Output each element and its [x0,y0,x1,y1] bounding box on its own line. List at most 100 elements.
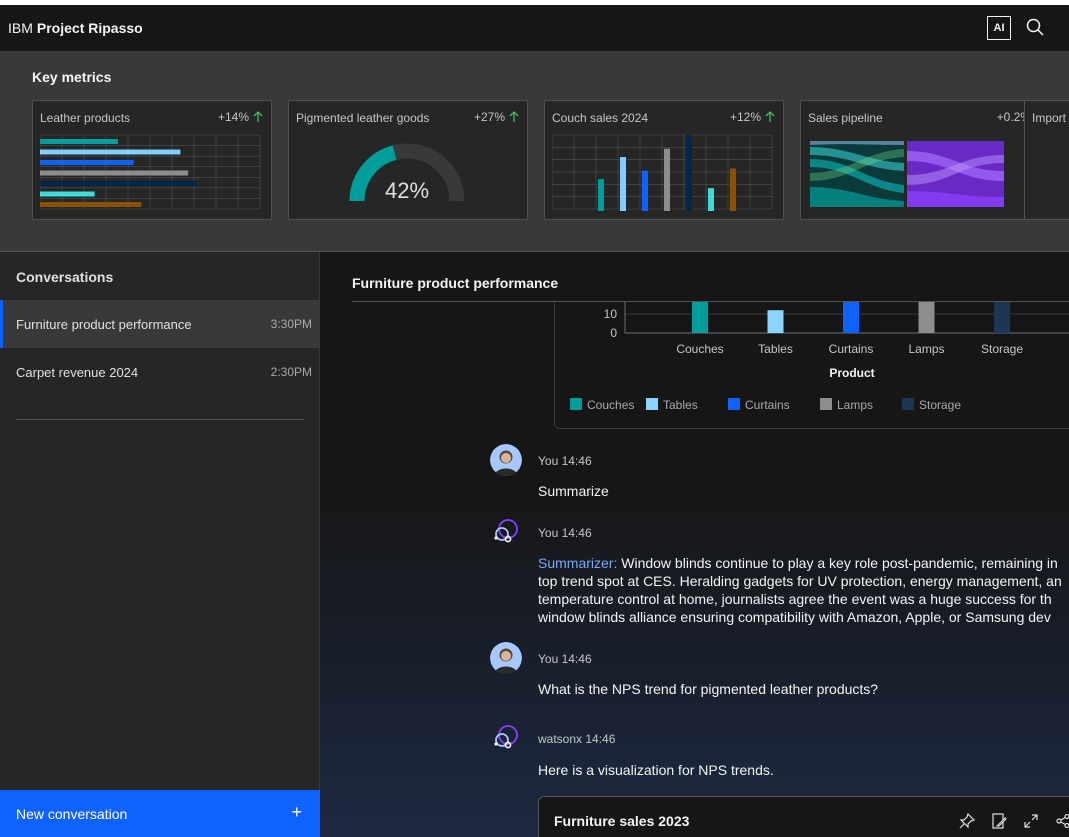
edit-icon [992,813,1007,829]
bar [40,170,189,176]
message-text-line-3: temperature control at home, journalists… [538,591,1052,607]
message-text-line-4: window blinds alliance ensuring compatib… [538,609,1051,625]
arrow-up-icon [253,111,263,122]
brand-product: Project Ripasso [36,20,143,36]
expand-icon [1024,814,1038,828]
legend-label[interactable]: Lamps [837,398,873,412]
product-performance-chart-card[interactable]: 10 0 Couches Tables Curtains Lamps Storage Prod… [554,302,1069,429]
metric-card-title: Leather products [40,111,131,125]
bar-tables[interactable] [767,310,784,333]
plus-icon: + [291,802,302,822]
message-text-line-1: Summarizer: Window blinds continue to pl… [538,554,1058,572]
watson-avatar [490,722,522,754]
key-metrics-panel: Key metrics Leather products +14% Pigmen… [0,52,1069,252]
pin-button[interactable] [957,811,977,831]
conversation-name: Carpet revenue 2024 [16,365,139,380]
pigmented-leather-gauge: 42% [349,143,465,203]
bar [642,170,648,211]
x-tick-label: Storage [981,342,1023,356]
metric-card-import[interactable]: Import [1024,100,1069,220]
legend-label[interactable]: Curtains [745,398,790,412]
metric-card-leather-products[interactable]: Leather products +14% [32,100,272,220]
y-tick-label: 10 [604,307,618,321]
metric-card-couch-sales[interactable]: Couch sales 2024 +12% [544,100,784,220]
delta-value: +27% [473,110,505,124]
legend-swatch [728,398,740,410]
edit-button[interactable] [989,811,1009,831]
search-button[interactable] [1022,14,1048,40]
gauge-label: 42% [385,178,429,203]
product-performance-bar-chart: 10 0 Couches Tables Curtains Lamps Storage Prod… [570,302,1069,412]
bar-lamps[interactable] [918,302,935,333]
metric-card-title: Couch sales 2024 [552,111,649,125]
legend-label[interactable]: Tables [663,398,698,412]
user-avatar [490,642,522,674]
message-text-line: Window blinds continue to play a key rol… [617,555,1058,571]
conversations-sidebar: Conversations Furniture product performa… [0,252,320,837]
agent-name: Summarizer: [538,555,618,571]
bar [40,191,95,197]
watson-avatar [490,516,522,548]
brand-ibm: IBM [8,20,33,36]
bar [708,188,714,211]
message-meta: You 14:46 [538,652,592,666]
legend-swatch [570,398,582,410]
conversation-item-furniture[interactable]: Furniture product performance 3:30PM [0,300,320,348]
legend-swatch [646,398,658,410]
share-icon [1056,813,1069,829]
arrow-up-icon [509,111,519,122]
new-conversation-button[interactable]: New conversation + [0,790,320,837]
legend-label[interactable]: Couches [587,398,634,412]
conversation-time: 2:30PM [270,365,312,379]
message-text: What is the NPS trend for pigmented leat… [538,681,879,697]
app-brand[interactable]: IBM Project Ripasso [8,20,143,36]
chart-card-title: Furniture sales 2023 [554,813,690,829]
key-metrics-title: Key metrics [32,69,112,85]
bar [40,202,142,207]
chat-main-area: Furniture product performance 10 0 Couches… [320,252,1069,837]
metric-card-pigmented-leather[interactable]: Pigmented leather goods +27% 42% [288,100,528,220]
conversation-item-carpet[interactable]: Carpet revenue 2024 2:30PM [0,348,320,396]
bar [664,148,670,211]
x-tick-label: Couches [676,342,723,356]
metric-card-delta: +12% [730,110,775,124]
bar [686,135,692,211]
metric-card-sales-pipeline[interactable]: Sales pipeline +0.2% [800,100,1040,220]
new-conversation-label: New conversation [16,806,128,822]
metric-card-title: Sales pipeline [808,111,883,125]
conversation-time: 3:30PM [270,317,312,331]
metric-card-title: Import [1032,111,1067,125]
bar-storage[interactable] [994,302,1010,333]
bar [598,179,604,211]
message-meta: You 14:46 [538,454,592,468]
furniture-sales-chart-card[interactable]: Furniture sales 2023 [538,796,1069,837]
expand-button[interactable] [1021,811,1041,831]
bar [40,149,181,155]
delta-value: +12% [729,110,761,124]
x-tick-label: Curtains [829,342,874,356]
share-button[interactable] [1053,811,1069,831]
bar-couches[interactable] [692,302,708,333]
conversation-title: Furniture product performance [352,275,559,291]
metric-card-title: Pigmented leather goods [296,111,430,125]
message-meta: watsonx 14:46 [538,732,616,746]
metric-card-delta: +27% [474,110,519,124]
watsonx-icon [494,725,518,749]
message-meta: You 14:46 [538,526,592,540]
legend-swatch [820,398,832,410]
sidebar-divider [16,419,304,420]
message-text: Here is a visualization for NPS trends. [538,762,774,778]
legend-label[interactable]: Storage [919,398,961,412]
metric-card-delta: +14% [218,110,263,124]
pin-icon [959,813,975,829]
bar [730,168,736,211]
bar [40,139,118,144]
bar-curtains[interactable] [843,302,859,333]
legend-swatch [902,398,914,410]
bar [620,157,626,211]
message-text-line-2: top trend spot at CES. Heralding gadgets… [538,573,1062,589]
arrow-up-icon [765,111,775,122]
leather-products-bar-chart [40,134,261,210]
ai-badge-button[interactable]: AI [987,16,1011,40]
couch-sales-bar-chart [552,134,773,211]
